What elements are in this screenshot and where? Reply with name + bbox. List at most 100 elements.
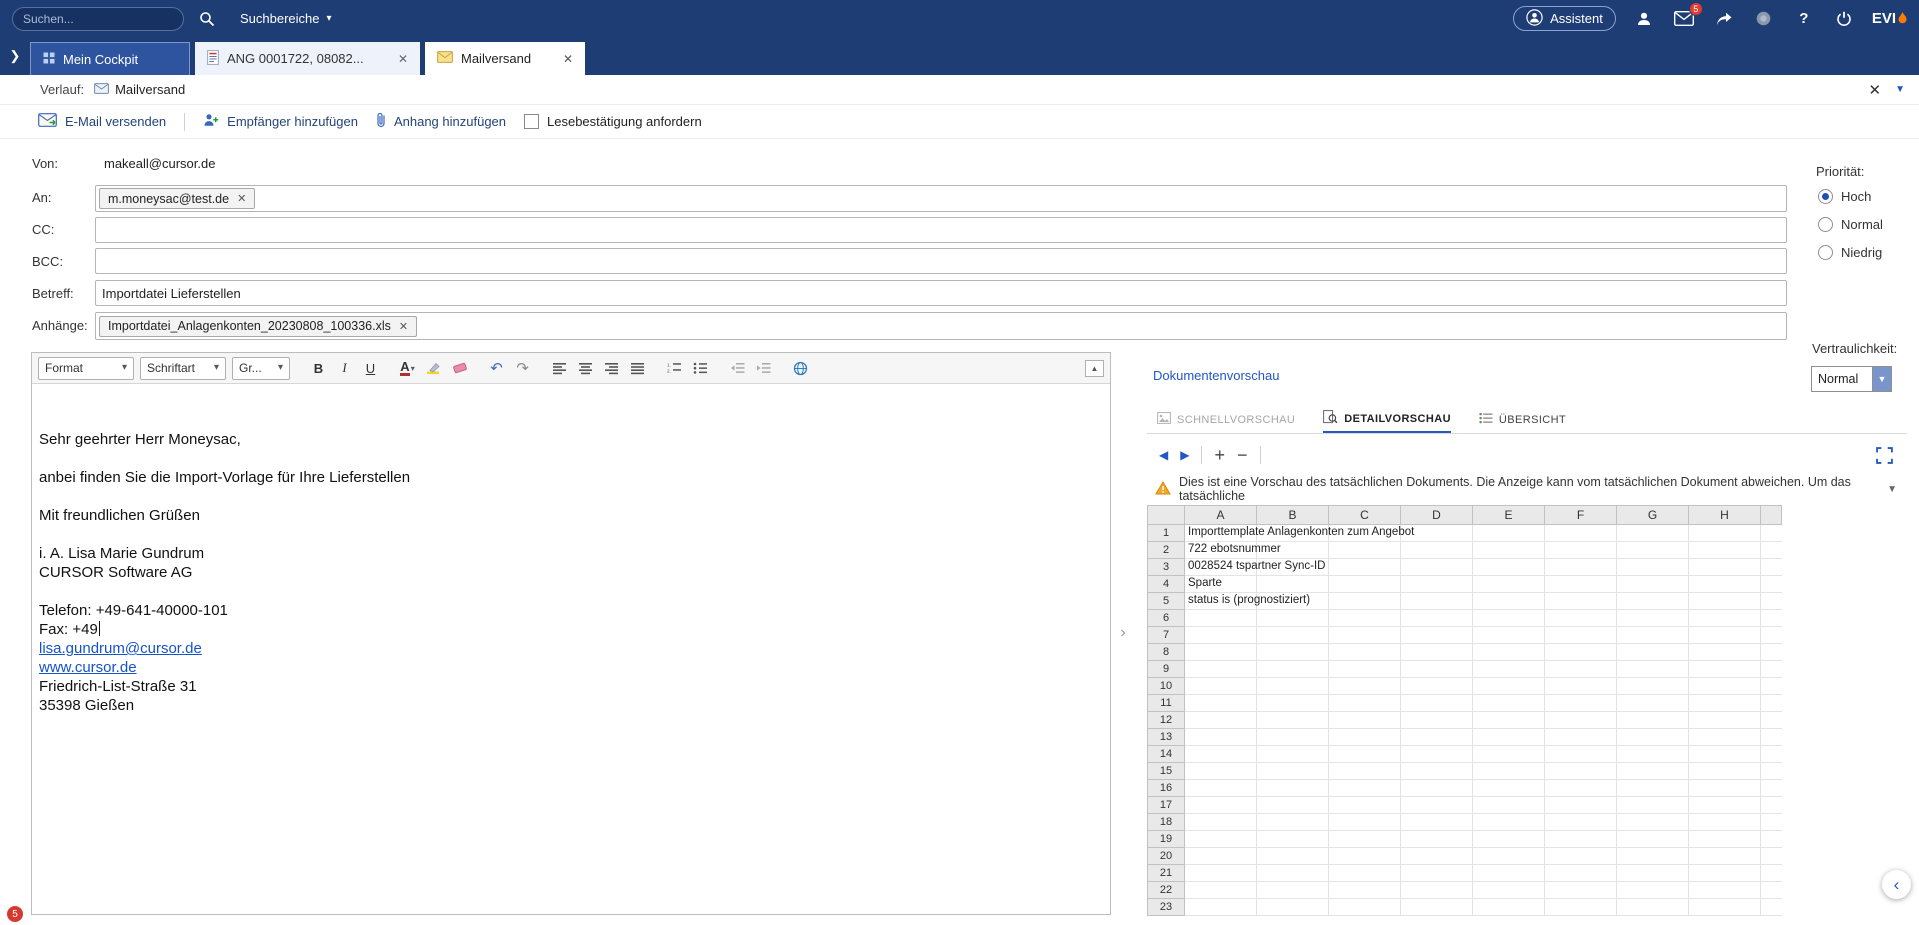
bullet-list-button[interactable] <box>689 357 712 380</box>
radio-icon[interactable] <box>1818 217 1833 232</box>
priority-option-niedrig[interactable]: Niedrig <box>1818 245 1882 260</box>
redo-button[interactable]: ↷ <box>511 357 534 380</box>
align-left-button[interactable] <box>548 357 571 380</box>
column-header[interactable]: D <box>1401 505 1473 525</box>
ordered-list-button[interactable]: 1.2. <box>663 357 686 380</box>
undo-button[interactable]: ↶ <box>485 357 508 380</box>
remove-recipient-icon[interactable]: ✕ <box>237 192 246 205</box>
close-icon[interactable]: ✕ <box>563 52 573 66</box>
tab-overflow-chevron[interactable]: ❯ <box>0 37 30 75</box>
sheet-row[interactable]: 14 <box>1147 746 1782 763</box>
website-link[interactable]: www.cursor.de <box>39 659 137 676</box>
bold-button[interactable]: B <box>307 357 330 380</box>
subject-field[interactable]: Importdatei Lieferstellen <box>95 280 1787 306</box>
sheet-corner-cell[interactable] <box>1147 505 1185 525</box>
priority-option-hoch[interactable]: Hoch <box>1818 189 1871 204</box>
help-icon[interactable]: ? <box>1792 7 1816 31</box>
font-color-button[interactable]: A▾ <box>396 357 419 380</box>
zoom-in-icon[interactable]: + <box>1214 446 1225 464</box>
sheet-row[interactable]: 19 <box>1147 831 1782 848</box>
read-receipt-checkbox[interactable] <box>524 114 539 129</box>
format-select[interactable]: Format▾ <box>38 357 134 380</box>
sheet-row[interactable]: 9 <box>1147 661 1782 678</box>
sheet-row[interactable]: 6 <box>1147 610 1782 627</box>
close-panel-icon[interactable]: ✕ <box>1869 81 1882 99</box>
remove-format-button[interactable] <box>448 357 471 380</box>
sheet-row[interactable]: 11 <box>1147 695 1782 712</box>
priority-option-normal[interactable]: Normal <box>1818 217 1883 232</box>
close-icon[interactable]: ✕ <box>398 52 408 66</box>
sheet-row[interactable]: 10 <box>1147 678 1782 695</box>
sheet-row[interactable]: 15 <box>1147 763 1782 780</box>
send-email-button[interactable]: E-Mail versenden <box>38 113 166 130</box>
global-search[interactable] <box>12 7 184 31</box>
cc-field[interactable] <box>95 217 1787 243</box>
mail-icon[interactable]: 5 <box>1672 7 1696 31</box>
add-recipient-button[interactable]: Empfänger hinzufügen <box>203 113 358 130</box>
recipient-chip[interactable]: m.moneysac@test.de ✕ <box>99 188 255 209</box>
sheet-row[interactable]: 18 <box>1147 814 1782 831</box>
collapse-toolbar-button[interactable]: ▲ <box>1085 360 1104 377</box>
sheet-row[interactable]: 20 <box>1147 848 1782 865</box>
column-header[interactable]: E <box>1473 505 1545 525</box>
search-icon[interactable] <box>194 7 220 31</box>
attachment-chip[interactable]: Importdatei_Anlagenkonten_20230808_10033… <box>99 316 417 337</box>
expand-warning-icon[interactable]: ▼ <box>1887 484 1897 495</box>
sheet-row[interactable]: 22 <box>1147 882 1782 899</box>
column-header[interactable]: B <box>1257 505 1329 525</box>
sheet-row[interactable]: 7 <box>1147 627 1782 644</box>
bcc-field[interactable] <box>95 248 1787 274</box>
logout-icon[interactable] <box>1832 7 1856 31</box>
next-page-icon[interactable]: ▶ <box>1180 448 1189 462</box>
sheet-row[interactable]: 12 <box>1147 712 1782 729</box>
tab-mein-cockpit[interactable]: Mein Cockpit <box>30 42 190 75</box>
remove-attachment-icon[interactable]: ✕ <box>399 320 408 333</box>
history-current[interactable]: Mailversand <box>115 82 185 97</box>
sheet-row[interactable]: 1Importtemplate Anlagenkonten zum Angebo… <box>1147 525 1782 542</box>
add-attachment-button[interactable]: Anhang hinzufügen <box>376 112 506 131</box>
to-field[interactable]: m.moneysac@test.de ✕ <box>95 185 1787 212</box>
panel-dropdown-icon[interactable]: ▼ <box>1895 84 1905 95</box>
insert-link-icon[interactable] <box>789 357 812 380</box>
presence-icon[interactable] <box>1752 7 1776 31</box>
bcc-input[interactable] <box>99 254 1783 269</box>
read-receipt-toggle[interactable]: Lesebestätigung anfordern <box>524 114 702 129</box>
font-select[interactable]: Schriftart▾ <box>140 357 226 380</box>
sheet-row[interactable]: 2722 ebotsnummer <box>1147 542 1782 559</box>
column-header[interactable]: C <box>1329 505 1401 525</box>
fullscreen-icon[interactable] <box>1876 440 1893 470</box>
tab-angebot[interactable]: ANG 0001722, 08082... ✕ <box>195 42 420 75</box>
highlight-button[interactable] <box>422 357 445 380</box>
column-header[interactable]: H <box>1689 505 1761 525</box>
sheet-row[interactable]: 13 <box>1147 729 1782 746</box>
sheet-row[interactable]: 17 <box>1147 797 1782 814</box>
size-select[interactable]: Gr...▾ <box>232 357 290 380</box>
zoom-out-icon[interactable]: − <box>1237 446 1248 464</box>
align-right-button[interactable] <box>600 357 623 380</box>
tab-mailversand[interactable]: Mailversand ✕ <box>425 42 585 75</box>
tab-uebersicht[interactable]: ÜBERSICHT <box>1479 406 1566 433</box>
align-center-button[interactable] <box>574 357 597 380</box>
preview-warning-bar[interactable]: Dies ist eine Vorschau des tatsächlichen… <box>1147 477 1907 501</box>
underline-button[interactable]: U <box>359 357 382 380</box>
column-header[interactable]: G <box>1617 505 1689 525</box>
justify-button[interactable] <box>626 357 649 380</box>
search-input[interactable] <box>23 12 173 26</box>
radio-icon[interactable] <box>1818 245 1833 260</box>
tab-detailvorschau[interactable]: DETAILVORSCHAU <box>1323 406 1451 433</box>
forward-icon[interactable] <box>1712 7 1736 31</box>
panel-splitter-handle[interactable]: › <box>1114 620 1132 646</box>
sheet-row[interactable]: 5status is (prognostiziert) <box>1147 593 1782 610</box>
column-header[interactable]: F <box>1545 505 1617 525</box>
attachments-field[interactable]: Importdatei_Anlagenkonten_20230808_10033… <box>95 312 1787 340</box>
email-body[interactable]: Sehr geehrter Herr Moneysac, anbei finde… <box>32 384 1110 715</box>
italic-button[interactable]: I <box>333 357 356 380</box>
sheet-row[interactable]: 16 <box>1147 780 1782 797</box>
indent-button[interactable] <box>752 357 775 380</box>
sheet-row[interactable]: 8 <box>1147 644 1782 661</box>
column-header[interactable]: A <box>1185 505 1257 525</box>
notification-badge[interactable]: 5 <box>7 906 23 922</box>
sheet-row[interactable]: 21 <box>1147 865 1782 882</box>
sheet-row[interactable]: 30028524 tspartner Sync-ID <box>1147 559 1782 576</box>
sheet-row[interactable]: 4Sparte <box>1147 576 1782 593</box>
